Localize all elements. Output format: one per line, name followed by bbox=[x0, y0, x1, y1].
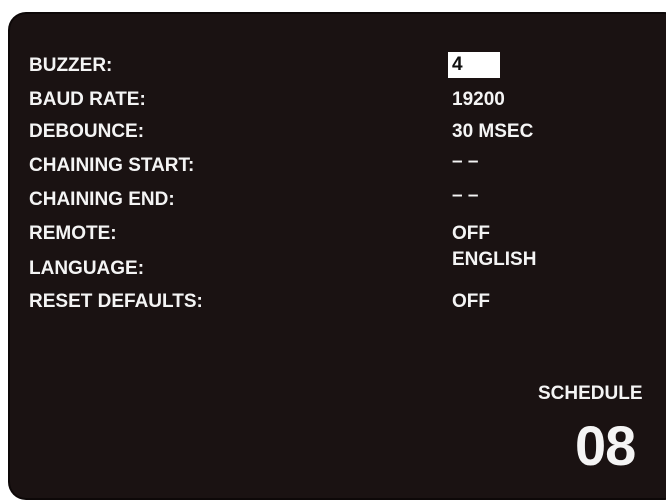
remote-value[interactable]: OFF bbox=[452, 223, 490, 245]
debounce-value[interactable]: 30 MSEC bbox=[452, 121, 533, 143]
debounce-label: DEBOUNCE: bbox=[29, 121, 145, 142]
display-viewport: BUZZER: 4 BAUD RATE: 19200 DEBOUNCE: 30 … bbox=[0, 0, 666, 503]
chaining-end-label: CHAINING END: bbox=[29, 189, 175, 210]
buzzer-value[interactable]: 4 bbox=[448, 52, 500, 78]
language-label: LANGUAGE: bbox=[29, 258, 145, 279]
baud-rate-label: BAUD RATE: bbox=[29, 89, 146, 110]
lcd-screen bbox=[10, 14, 666, 498]
remote-label: REMOTE: bbox=[29, 223, 117, 244]
baud-rate-value[interactable]: 19200 bbox=[452, 89, 505, 111]
buzzer-label: BUZZER: bbox=[29, 55, 113, 76]
chaining-end-value[interactable]: – – bbox=[452, 185, 478, 207]
language-value[interactable]: ENGLISH bbox=[452, 249, 536, 271]
reset-defaults-value[interactable]: OFF bbox=[452, 291, 490, 313]
chaining-start-label: CHAINING START: bbox=[29, 155, 195, 176]
chaining-start-value[interactable]: – – bbox=[452, 151, 478, 173]
reset-defaults-label: RESET DEFAULTS: bbox=[29, 291, 203, 312]
schedule-number: 08 bbox=[575, 414, 636, 477]
schedule-title: SCHEDULE bbox=[538, 383, 643, 404]
